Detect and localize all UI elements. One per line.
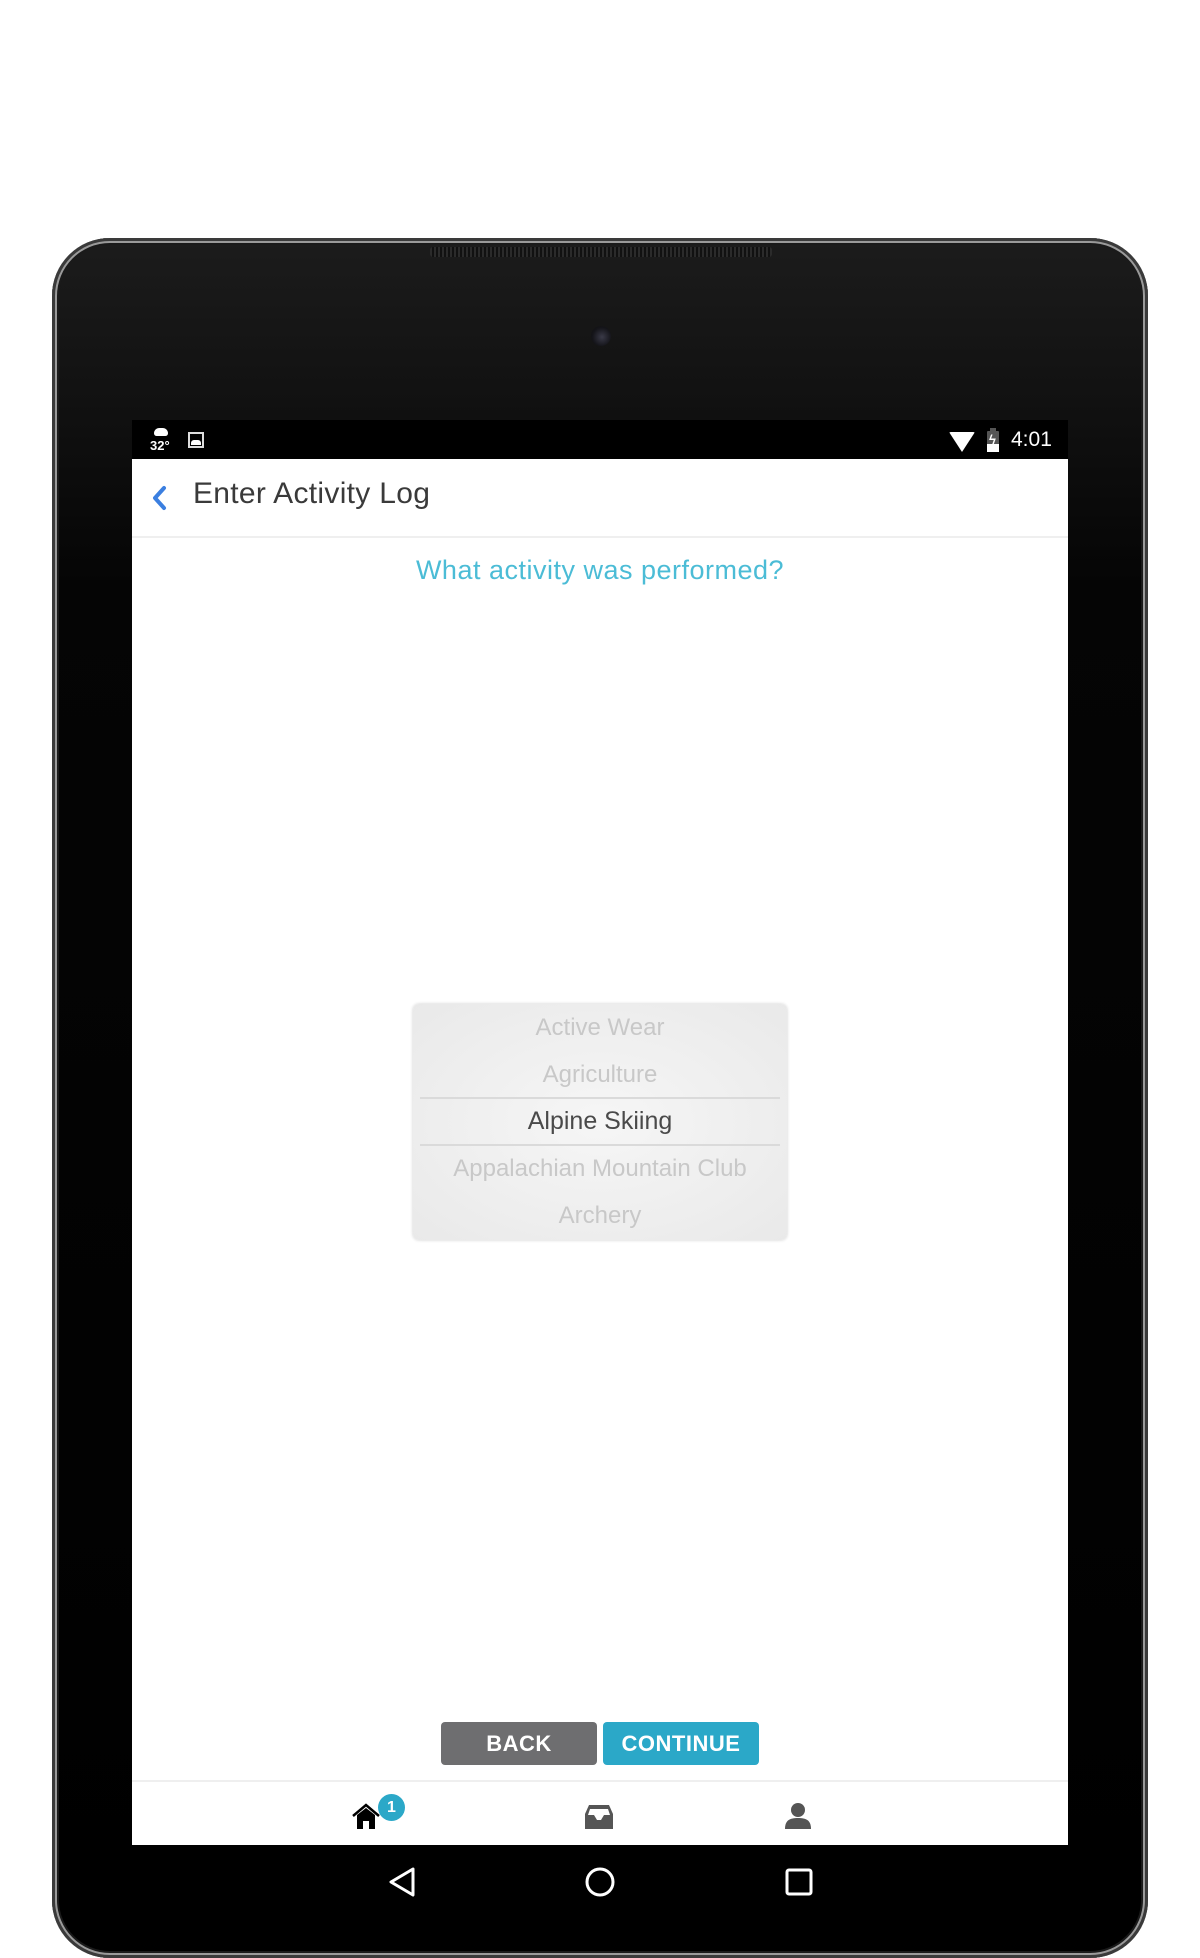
cloud-icon: [154, 428, 168, 436]
status-bar: 32° ϟ 4:01: [132, 420, 1068, 459]
chevron-left-icon[interactable]: [146, 483, 176, 513]
home-icon: [352, 1803, 380, 1829]
wifi-icon: [949, 432, 975, 452]
weather-temp: 32°: [150, 438, 170, 453]
charging-bolt-icon: ϟ: [989, 432, 996, 447]
activity-picker[interactable]: Active Wear Agriculture Alpine Skiing Ap…: [413, 1004, 787, 1240]
notification-badge: 1: [378, 1794, 405, 1821]
question-label: What activity was performed?: [415, 555, 785, 585]
front-camera: [591, 326, 611, 346]
app-header: Enter Activity Log: [132, 459, 1068, 538]
clock: 4:01: [1011, 428, 1052, 451]
continue-button[interactable]: CONTINUE: [603, 1722, 759, 1765]
recents-square-icon[interactable]: [774, 1857, 824, 1907]
speaker-grille: [430, 247, 772, 257]
device-screen: 32° ϟ 4:01 Enter Activity Log What activ…: [132, 420, 1068, 1920]
picker-item-selected[interactable]: Alpine Skiing: [413, 1098, 787, 1145]
tab-profile[interactable]: [760, 1782, 840, 1847]
picker-item[interactable]: Active Wear: [413, 1004, 787, 1051]
picker-item[interactable]: Archery: [413, 1192, 787, 1239]
picker-item[interactable]: Appalachian Mountain Club: [413, 1145, 787, 1192]
android-nav-bar: [132, 1845, 1068, 1920]
weather-indicator: 32°: [150, 426, 174, 456]
picker-item[interactable]: Agriculture: [413, 1051, 787, 1098]
tab-inbox[interactable]: [560, 1782, 640, 1847]
back-button[interactable]: BACK: [441, 1722, 597, 1765]
page-title: Enter Activity Log: [193, 477, 431, 510]
person-icon: [785, 1803, 811, 1829]
app-content: Enter Activity Log What activity was per…: [132, 459, 1068, 1847]
home-circle-icon[interactable]: [575, 1857, 625, 1907]
bottom-tab-bar: 1: [132, 1780, 1068, 1847]
inbox-icon: [585, 1805, 613, 1829]
back-triangle-icon[interactable]: [378, 1857, 428, 1907]
image-icon: [188, 432, 204, 448]
